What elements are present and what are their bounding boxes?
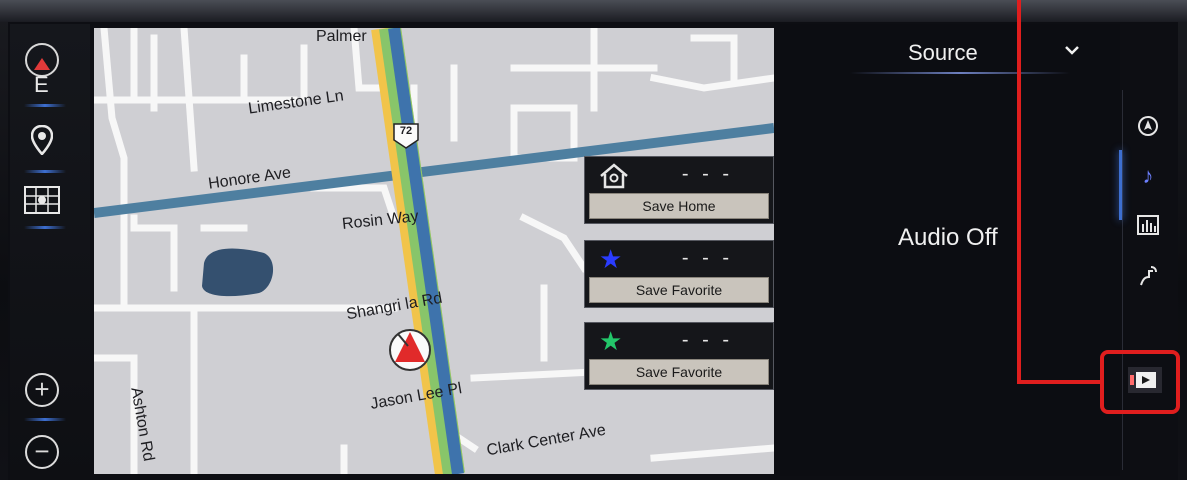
music-note-icon[interactable]: ♪	[1130, 158, 1166, 194]
zoom-in-icon: +	[25, 373, 59, 407]
home-address-value: - - -	[681, 163, 733, 185]
source-underline	[850, 72, 1070, 74]
top-glare	[0, 0, 1187, 22]
divider	[24, 170, 66, 173]
chevron-down-icon[interactable]	[1064, 40, 1080, 61]
zoom-in-button[interactable]: +	[16, 370, 68, 410]
favorite-1-value: - - -	[681, 247, 733, 269]
home-icon	[600, 163, 628, 189]
road-label-palmer: Palmer	[316, 28, 367, 45]
save-favorite-panel-2: ★ - - - Save Favorite	[584, 322, 774, 390]
save-home-button[interactable]: Save Home	[589, 193, 769, 219]
divider	[24, 226, 66, 229]
location-pin-icon	[31, 125, 53, 155]
equalizer-icon[interactable]	[1130, 210, 1166, 246]
star-icon: ★	[599, 244, 623, 274]
divider	[24, 104, 66, 107]
audio-status: Audio Off	[898, 224, 998, 251]
source-selector-label[interactable]: Source	[908, 40, 978, 66]
zoom-out-button[interactable]: −	[16, 432, 68, 472]
save-home-panel: - - - Save Home	[584, 156, 774, 224]
annotation-pointer-line	[1017, 0, 1021, 384]
active-indicator	[1119, 150, 1122, 220]
star-icon: ★	[599, 326, 623, 356]
map-view-icon	[24, 186, 60, 214]
divider	[24, 418, 66, 421]
favorite-2-value: - - -	[681, 329, 733, 351]
navigation-icon[interactable]	[1130, 112, 1166, 148]
climate-icon[interactable]	[1130, 262, 1166, 298]
poi-search-button[interactable]	[16, 120, 68, 160]
route-shield-label: 72	[399, 125, 413, 137]
annotation-pointer-line	[1017, 380, 1103, 384]
zoom-out-icon: −	[25, 435, 59, 469]
map-view-button[interactable]	[16, 180, 68, 220]
save-favorite-button-2[interactable]: Save Favorite	[589, 359, 769, 385]
compass-heading: E	[34, 72, 49, 97]
map-control-strip	[10, 24, 90, 480]
save-favorite-button-1[interactable]: Save Favorite	[589, 277, 769, 303]
media-screen-icon[interactable]	[1128, 367, 1162, 393]
save-favorite-panel-1: ★ - - - Save Favorite	[584, 240, 774, 308]
